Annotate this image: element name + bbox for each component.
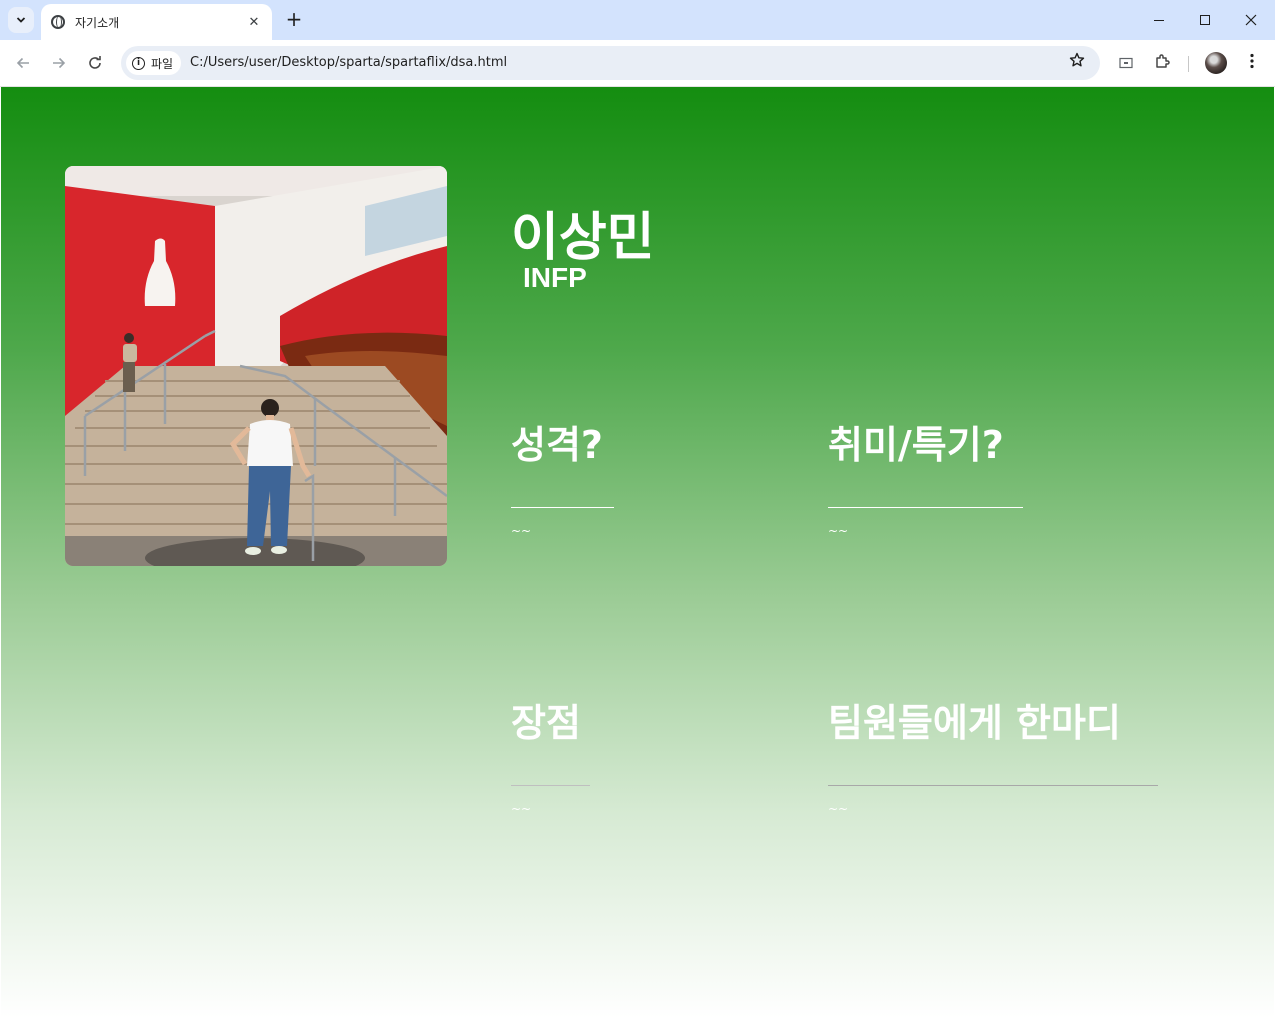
new-tab-button[interactable]: + xyxy=(283,8,305,30)
profile-mbti: INFP xyxy=(523,262,587,293)
reload-icon xyxy=(89,56,101,69)
section-divider xyxy=(828,507,1023,508)
globe-icon xyxy=(51,15,65,29)
section-body: ~~ xyxy=(828,802,849,816)
address-bar[interactable]: i 파일 C:/Users/user/Desktop/sparta/sparta… xyxy=(121,46,1100,80)
minimize-icon xyxy=(1154,19,1164,21)
section-divider xyxy=(511,785,590,786)
section-hobby: 취미/특기? ~~ xyxy=(828,414,1023,538)
section-divider xyxy=(511,507,614,508)
reload-button[interactable] xyxy=(82,50,108,76)
tab-bar: 자기소개 ✕ + xyxy=(0,0,1275,40)
toolbar-divider xyxy=(1188,56,1189,72)
url-text[interactable]: C:/Users/user/Desktop/sparta/spartaflix/… xyxy=(190,55,507,70)
kebab-menu-icon xyxy=(1250,53,1254,69)
active-tab[interactable]: 자기소개 ✕ xyxy=(41,4,272,40)
section-strength: 장점 ~~ xyxy=(511,692,590,816)
back-button[interactable] xyxy=(10,50,36,76)
section-body: ~~ xyxy=(511,802,532,816)
section-team-message: 팀원들에게 한마디 ~~ xyxy=(828,692,1158,816)
maximize-button[interactable] xyxy=(1182,0,1228,40)
profile-name: 이상민 xyxy=(511,208,655,268)
profile-avatar[interactable] xyxy=(1205,52,1227,74)
page-content: 이상민 INFP 성격? ~~ 취미/특기? ~~ 장점 ~~ 팀원들에게 한마… xyxy=(1,87,1274,1018)
tab-search-button[interactable] xyxy=(8,7,34,33)
tab-title: 자기소개 xyxy=(75,15,120,30)
maximize-icon xyxy=(1200,15,1210,25)
info-icon: i xyxy=(132,56,145,70)
staircase-photo-illustration xyxy=(65,166,447,566)
forward-button[interactable] xyxy=(46,50,72,76)
close-icon[interactable]: ✕ xyxy=(246,15,262,30)
cast-icon xyxy=(1119,57,1133,69)
section-title: 팀원들에게 한마디 xyxy=(828,701,1121,745)
close-icon xyxy=(1245,14,1257,26)
bookmark-star-button[interactable] xyxy=(1065,51,1089,75)
browser-toolbar: i 파일 C:/Users/user/Desktop/sparta/sparta… xyxy=(0,40,1275,87)
section-divider xyxy=(828,785,1158,786)
section-title: 성격? xyxy=(511,423,603,467)
window-close-button[interactable] xyxy=(1228,0,1274,40)
section-body: ~~ xyxy=(511,524,532,538)
profile-photo xyxy=(65,166,447,566)
menu-button[interactable] xyxy=(1240,52,1264,76)
extensions-button[interactable] xyxy=(1150,52,1174,76)
puzzle-icon xyxy=(1156,54,1170,68)
star-icon xyxy=(1069,52,1085,67)
section-personality: 성격? ~~ xyxy=(511,414,614,538)
minimize-button[interactable] xyxy=(1136,0,1182,40)
section-title: 취미/특기? xyxy=(828,423,1004,467)
site-info-chip[interactable]: i 파일 xyxy=(126,51,182,75)
cast-button[interactable] xyxy=(1114,52,1138,76)
arrow-left-icon xyxy=(16,57,29,69)
arrow-right-icon xyxy=(53,57,66,69)
section-body: ~~ xyxy=(828,524,849,538)
site-info-label: 파일 xyxy=(151,56,174,71)
chevron-down-icon xyxy=(16,17,26,23)
section-title: 장점 xyxy=(511,701,581,745)
